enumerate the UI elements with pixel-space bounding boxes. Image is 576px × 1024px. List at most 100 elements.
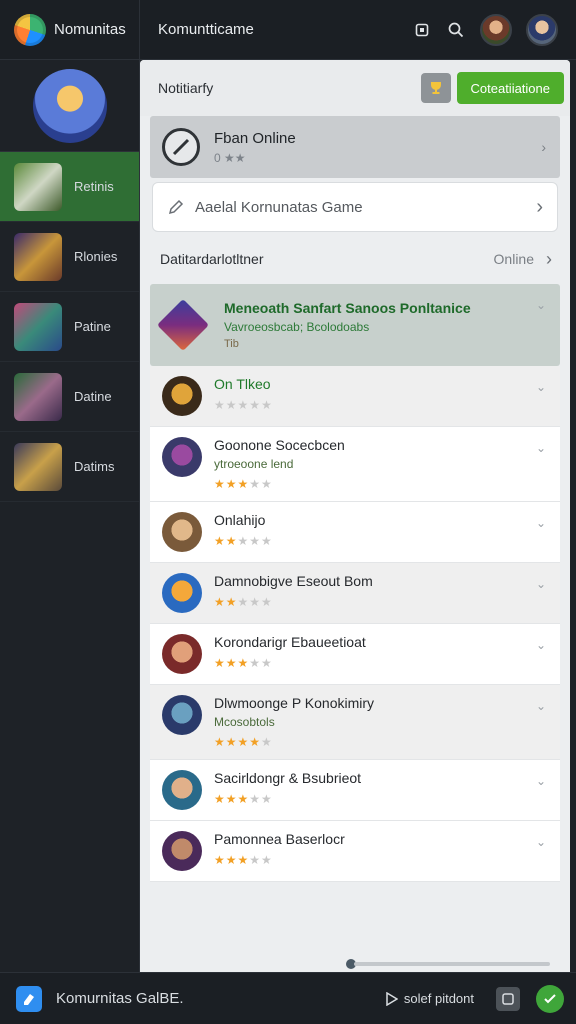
- list-item[interactable]: Pamonnea Baserlocr ★★★★★ ⌄: [150, 821, 560, 882]
- avatar[interactable]: [480, 13, 512, 46]
- online-card[interactable]: Fban Online 0 ★★ ›: [150, 116, 560, 178]
- star-rating: ★★★★★: [214, 792, 273, 806]
- list-item-title: Korondarigr Ebaueetioat: [214, 634, 366, 650]
- chevron-down-icon[interactable]: ⌄: [536, 441, 546, 455]
- featured-meta: Tib: [224, 338, 239, 350]
- list-item-text: On Tlkeo ★★★★★: [214, 376, 273, 412]
- list-item[interactable]: Onlahijo ★★★★★ ⌄: [150, 502, 560, 563]
- top-bar: Nomunitas Komuntticame: [0, 0, 576, 60]
- play-icon: [386, 991, 398, 1006]
- list-item[interactable]: Goonone Socecbcen ytroeoone lend ★★★★★ ⌄: [150, 427, 560, 502]
- notifications-panel: Notitiarfy Coteatiiatione Fban Online 0 …: [140, 60, 570, 972]
- chevron-down-icon[interactable]: ⌄: [536, 577, 546, 591]
- sidebar-item-label: Rlonies: [74, 249, 118, 264]
- sidebar-item-datine[interactable]: Datine: [0, 362, 139, 432]
- hero-emblem-icon: [32, 68, 107, 143]
- game-list: On Tlkeo ★★★★★ ⌄ Goonone Socecbcen ytroe…: [150, 366, 560, 882]
- stop-button[interactable]: [496, 986, 520, 1011]
- list-item-title: Sacirldongr & Bsubrieot: [214, 770, 362, 786]
- status-label: Datitardarlotltner: [160, 251, 264, 267]
- game-avatar-icon: [162, 573, 202, 613]
- list-item-text: Goonone Socecbcen ytroeoone lend ★★★★★: [214, 437, 345, 491]
- badge-button[interactable]: [420, 73, 451, 103]
- bottom-bar: Komurnitas GalBE. solef pitdont: [0, 972, 576, 1024]
- pencil-icon: [168, 199, 184, 215]
- online-card-title: Fban Online: [214, 129, 296, 147]
- list-item-text: Pamonnea Baserlocr ★★★★★: [214, 831, 345, 867]
- list-item-title: Onlahijo: [214, 512, 266, 528]
- green-action-button[interactable]: Coteatiiatione: [456, 72, 564, 104]
- game-avatar-icon: [162, 695, 202, 735]
- app-icon[interactable]: [16, 985, 42, 1012]
- sidebar-item-label: Datims: [74, 459, 115, 474]
- list-item-text: Damnobigve Eseout Bom ★★★★★: [214, 573, 373, 609]
- list-item[interactable]: Dlwmoonge P Konokimiry Mcosobtols ★★★★★ …: [150, 685, 560, 760]
- star-rating: ★★★★★: [214, 735, 273, 749]
- chevron-right-icon: ›: [541, 139, 546, 155]
- play-label: solef pitdont: [403, 991, 474, 1006]
- star-rating: ★★★★★: [214, 853, 273, 867]
- list-item-text: Korondarigr Ebaueetioat ★★★★★: [214, 634, 366, 670]
- game-avatar-icon: [162, 376, 202, 416]
- list-item-title: On Tlkeo: [214, 376, 271, 392]
- list-item-text: Sacirldongr & Bsubrieot ★★★★★: [214, 770, 361, 806]
- sidebar-item-datims[interactable]: Datims: [0, 432, 139, 502]
- app-logo-icon: [14, 13, 46, 46]
- chevron-down-icon[interactable]: ⌄: [536, 774, 546, 788]
- sidebar-item-rlonies[interactable]: Rlonies: [0, 222, 139, 292]
- list-item[interactable]: Korondarigr Ebaueetioat ★★★★★ ⌄: [150, 624, 560, 685]
- brand-name: Nomunitas: [54, 21, 126, 38]
- featured-card[interactable]: Meneoath Sanfart Sanoos Ponltanice Vavro…: [150, 284, 560, 366]
- game-thumb-icon: [14, 442, 62, 491]
- scrollbar[interactable]: [354, 962, 550, 966]
- sidebar-hero: [0, 60, 139, 152]
- sidebar-item-label: Datine: [74, 389, 112, 404]
- game-thumb-icon: [14, 232, 62, 281]
- star-rating: ★★★★★: [214, 534, 273, 548]
- star-rating: ★★★★★: [214, 595, 273, 609]
- brand[interactable]: Nomunitas: [0, 0, 140, 60]
- panel-header: Notitiarfy Coteatiiatione: [140, 60, 570, 116]
- chevron-down-icon[interactable]: ⌄: [536, 380, 546, 394]
- sidebar-item-patine[interactable]: Patine: [0, 292, 139, 362]
- chevron-down-icon: ⌄: [535, 298, 546, 312]
- chevron-down-icon[interactable]: ⌄: [536, 638, 546, 652]
- bottom-title: Komurnitas GalBE.: [56, 990, 184, 1007]
- list-item-text: Onlahijo ★★★★★: [214, 512, 273, 548]
- search-input[interactable]: [195, 198, 543, 216]
- list-item-sub: Mcosobtols: [214, 715, 275, 729]
- chevron-down-icon[interactable]: ⌄: [536, 699, 546, 713]
- sidebar-item-label: Patine: [74, 319, 111, 334]
- list-item[interactable]: On Tlkeo ★★★★★ ⌄: [150, 366, 560, 427]
- sidebar-item-retinis[interactable]: Retinis: [0, 152, 139, 222]
- app-root: Nomunitas Komuntticame Retinis Rlonies P…: [0, 0, 576, 1024]
- game-avatar-icon: [162, 831, 202, 871]
- list-item-title: Pamonnea Baserlocr: [214, 831, 345, 847]
- trophy-icon: [430, 82, 441, 94]
- list-item[interactable]: Sacirldongr & Bsubrieot ★★★★★ ⌄: [150, 760, 560, 821]
- confirm-button[interactable]: [536, 984, 564, 1013]
- check-icon: [544, 993, 556, 1003]
- game-avatar-icon: [162, 634, 202, 674]
- status-value: Online: [493, 251, 534, 267]
- chevron-down-icon[interactable]: ⌄: [536, 516, 546, 530]
- status-row[interactable]: Datitardarlotltner Online ›: [140, 234, 570, 284]
- chevron-right-icon: ›: [546, 248, 552, 269]
- chevron-down-icon[interactable]: ⌄: [536, 835, 546, 849]
- list-item-title: Dlwmoonge P Konokimiry: [214, 695, 375, 711]
- no-signal-icon: [162, 128, 200, 166]
- list-item-text: Dlwmoonge P Konokimiry Mcosobtols ★★★★★: [214, 695, 374, 749]
- sidebar-item-label: Retinis: [74, 179, 114, 194]
- window-icon[interactable]: [412, 20, 432, 40]
- chevron-right-icon[interactable]: ›: [536, 196, 543, 219]
- play-button[interactable]: solef pitdont: [386, 991, 474, 1006]
- game-thumb-icon: [14, 162, 62, 211]
- list-item-title: Damnobigve Eseout Bom: [214, 573, 373, 589]
- featured-sub: Vavroeosbcab; Bcolodoabs: [224, 320, 370, 334]
- avatar[interactable]: [526, 13, 558, 46]
- search-bar: ›: [152, 182, 558, 232]
- star-rating: ★★★★★: [214, 398, 273, 412]
- list-item[interactable]: Damnobigve Eseout Bom ★★★★★ ⌄: [150, 563, 560, 624]
- featured-title: Meneoath Sanfart Sanoos Ponltanice: [224, 300, 471, 316]
- search-icon[interactable]: [446, 20, 466, 40]
